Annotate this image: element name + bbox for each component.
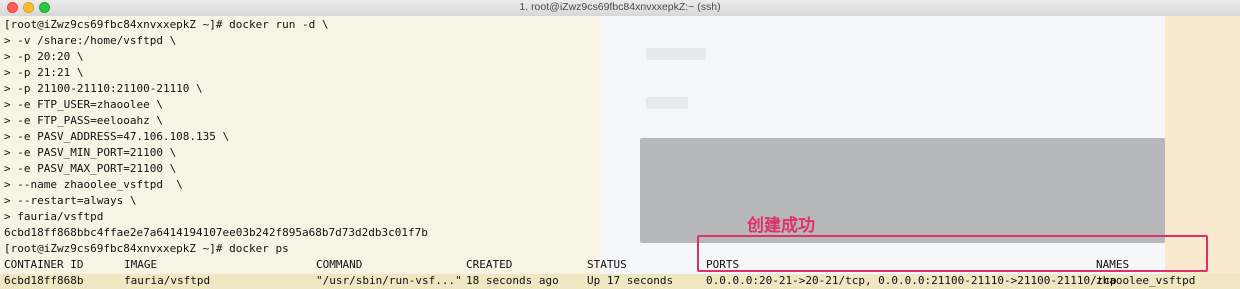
ps-cell-ports: 0.0.0.0:20-21->20-21/tcp, 0.0.0.0:21100-… xyxy=(706,274,1117,287)
terminal-line: > fauria/vsftpd xyxy=(4,210,104,223)
ps-cell-names: zhaoolee_vsftpd xyxy=(1096,274,1196,287)
terminal-line: > -e PASV_MAX_PORT=21100 \ xyxy=(4,162,177,175)
ps-cell-command: "/usr/sbin/run-vsf..." xyxy=(316,274,462,287)
terminal-line: > -e PASV_ADDRESS=47.106.108.135 \ xyxy=(4,130,230,143)
ports-names-highlight-box xyxy=(697,235,1208,272)
ps-header-image: IMAGE xyxy=(124,258,158,271)
ps-header-created: CREATED xyxy=(466,258,513,271)
window-title: 1. root@iZwz9cs69fbc84xnvxxepkZ:~ (ssh) xyxy=(519,1,721,13)
ps-cell-created: 18 seconds ago xyxy=(466,274,559,287)
ps-header-command: COMMAND xyxy=(316,258,363,271)
terminal-line: [root@iZwz9cs69fbc84xnvxxepkZ ~]# docker… xyxy=(4,242,289,255)
container-id-output: 6cbd18ff868bbc4ffae2e7a6414194107ee03b24… xyxy=(4,226,428,239)
terminal-line: > --name zhaoolee_vsftpd \ xyxy=(4,178,183,191)
success-annotation: 创建成功 xyxy=(747,216,815,235)
terminal-line: > -v /share:/home/vsftpd \ xyxy=(4,34,177,47)
ps-cell-status: Up 17 seconds xyxy=(587,274,674,287)
ps-header-container-id: CONTAINER ID xyxy=(4,258,84,271)
window-titlebar: 1. root@iZwz9cs69fbc84xnvxxepkZ:~ (ssh) xyxy=(0,0,1240,16)
terminal-line: > -e PASV_MIN_PORT=21100 \ xyxy=(4,146,177,159)
terminal-line: > -p 21:21 \ xyxy=(4,66,84,79)
terminal-line: [root@iZwz9cs69fbc84xnvxxepkZ ~]# docker… xyxy=(4,18,329,31)
terminal-line: > -p 20:20 \ xyxy=(4,50,84,63)
ps-header-status: STATUS xyxy=(587,258,627,271)
terminal-line: > --restart=always \ xyxy=(4,194,137,207)
ps-cell-image: fauria/vsftpd xyxy=(124,274,211,287)
terminal-line: > -e FTP_USER=zhaoolee \ xyxy=(4,98,163,111)
terminal-line: > -p 21100-21110:21100-21110 \ xyxy=(4,82,203,95)
terminal-line: > -e FTP_PASS=eelooahz \ xyxy=(4,114,163,127)
ps-cell-container-id: 6cbd18ff868b xyxy=(4,274,84,287)
